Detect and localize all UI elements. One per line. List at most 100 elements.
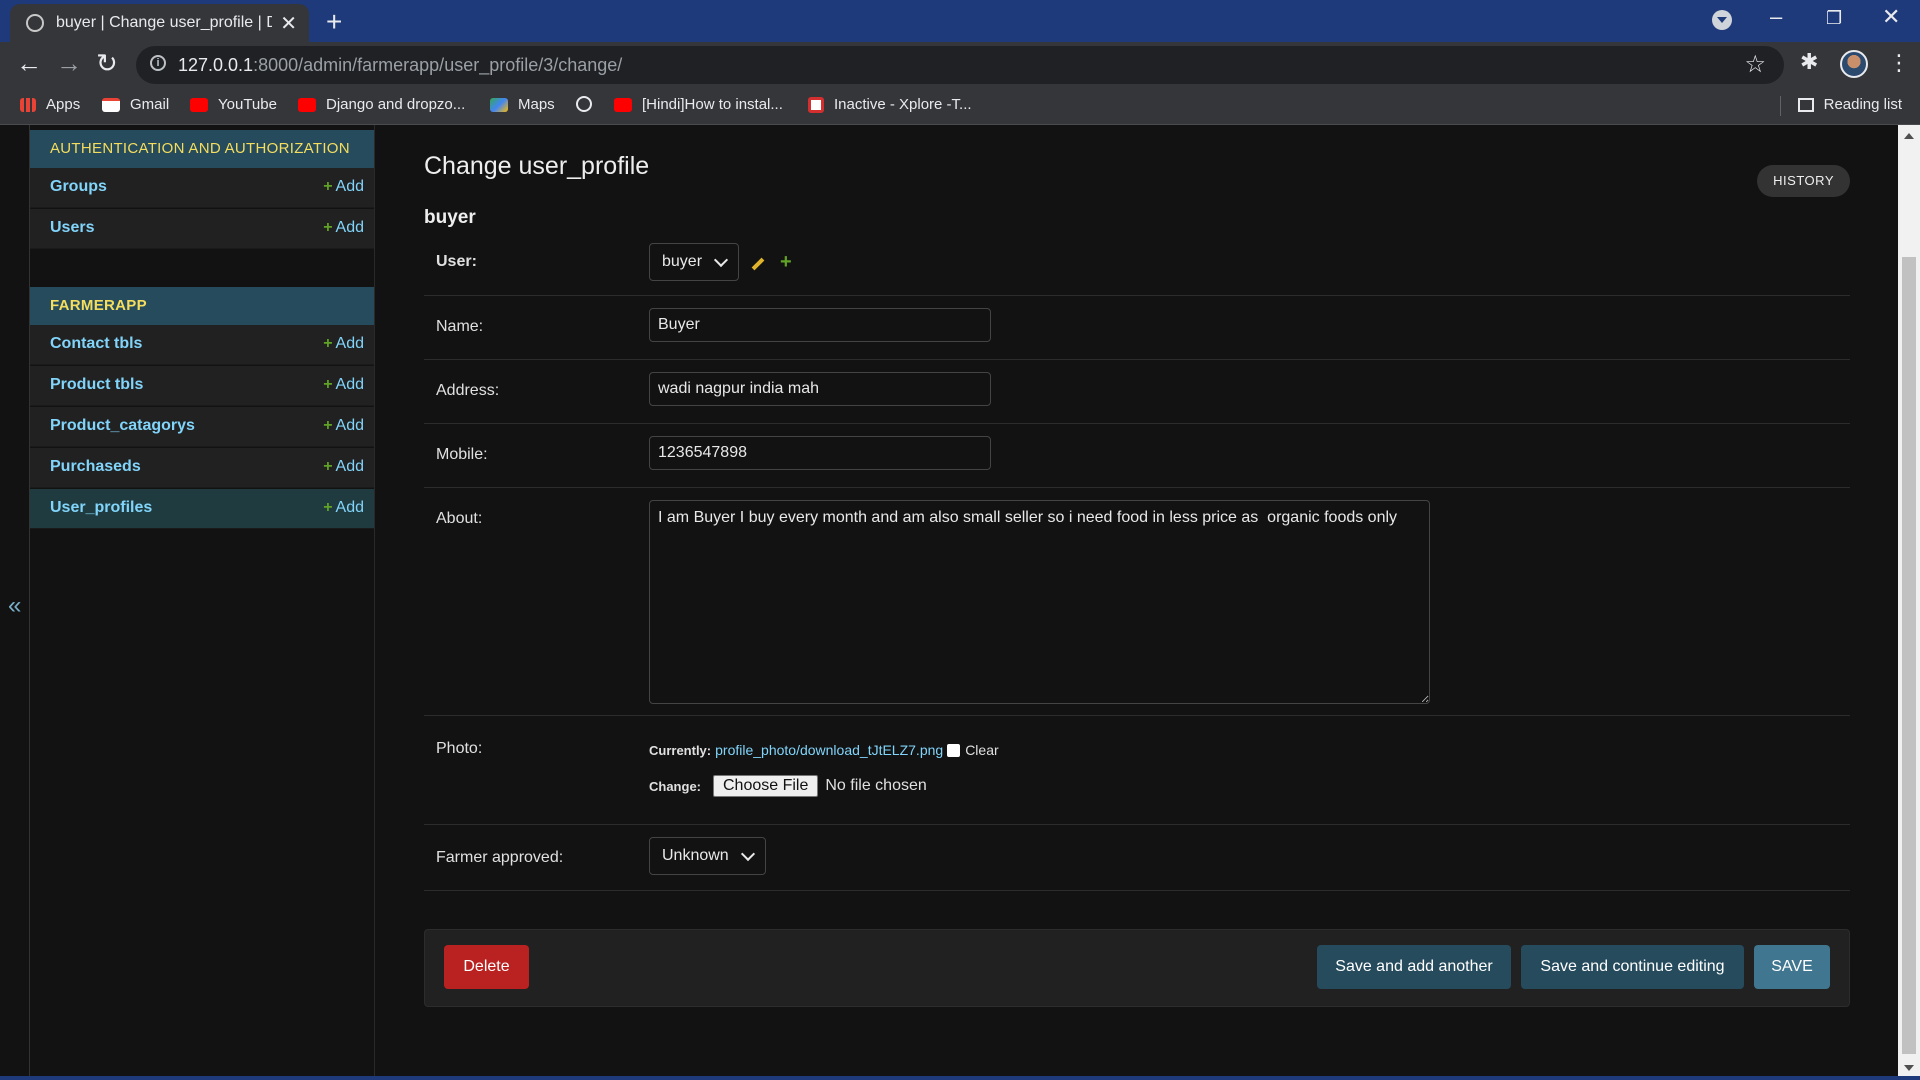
page-scrollbar[interactable] xyxy=(1898,125,1920,1080)
form-row-user: User: buyer + xyxy=(424,231,1850,296)
nav-sidebar: AUTHENTICATION AND AUTHORIZATION Groups … xyxy=(30,125,375,1080)
bookmark-label: Apps xyxy=(46,96,81,113)
about-textarea[interactable]: I am Buyer I buy every month and am also… xyxy=(649,500,1430,704)
field-label: Photo: xyxy=(436,740,483,757)
new-tab-icon[interactable]: + xyxy=(326,6,342,38)
sidebar-item-purchaseds: Purchaseds + Add xyxy=(30,448,374,488)
profile-avatar[interactable] xyxy=(1840,50,1868,78)
add-link[interactable]: + Add xyxy=(323,499,364,517)
scroll-down-arrow-icon[interactable] xyxy=(1904,1065,1914,1071)
collapse-sidebar-icon[interactable]: « xyxy=(8,592,21,620)
sidebar-link[interactable]: User_profiles xyxy=(50,499,152,517)
mobile-input[interactable] xyxy=(649,436,991,470)
bookmark-apps[interactable]: Apps xyxy=(20,96,80,113)
reload-icon[interactable]: ↻ xyxy=(96,48,118,79)
site-info-icon[interactable]: i xyxy=(150,55,166,71)
chevron-down-icon xyxy=(740,846,755,862)
apps-grid-icon xyxy=(20,97,36,112)
admin-page: « AUTHENTICATION AND AUTHORIZATION Group… xyxy=(0,125,1920,1080)
sidebar-item-product-tbls: Product tbls + Add xyxy=(30,366,374,406)
save-button[interactable]: SAVE xyxy=(1754,945,1830,989)
globe-icon xyxy=(26,14,44,32)
field-label: User: xyxy=(436,253,477,270)
bookmark-django[interactable]: Django and dropzo... xyxy=(298,96,465,113)
add-link[interactable]: + Add xyxy=(323,178,364,196)
bookmark-star-icon[interactable]: ☆ xyxy=(1744,50,1766,79)
add-link[interactable]: + Add xyxy=(323,417,364,435)
address-bar[interactable]: i 127.0.0.1:8000/admin/farmerapp/user_pr… xyxy=(136,46,1784,84)
scroll-up-arrow-icon[interactable] xyxy=(1904,133,1914,139)
field-label: Name: xyxy=(436,318,484,335)
clear-checkbox[interactable] xyxy=(947,743,961,757)
submit-row: Delete Save and add another Save and con… xyxy=(424,929,1850,1007)
address-input[interactable] xyxy=(649,372,991,406)
user-select[interactable]: buyer xyxy=(649,243,740,281)
add-link[interactable]: + Add xyxy=(323,219,364,237)
sidebar-link[interactable]: Groups xyxy=(50,178,107,196)
clear-label: Clear xyxy=(965,742,999,758)
globe-icon xyxy=(576,96,592,112)
field-label: Farmer approved: xyxy=(436,849,564,866)
plus-icon: + xyxy=(323,178,333,195)
close-tab-icon[interactable]: ✕ xyxy=(280,11,297,36)
save-and-add-another-button[interactable]: Save and add another xyxy=(1317,945,1511,989)
plus-icon: + xyxy=(323,219,333,236)
youtube-icon xyxy=(190,97,208,112)
photo-file-link[interactable]: profile_photo/download_tJtELZ7.png xyxy=(715,742,943,758)
bookmark-label: [Hindi]How to instal... xyxy=(642,96,783,113)
bookmarks-bar: Apps Gmail YouTube Django and dropzo... … xyxy=(0,88,1920,125)
farmer-approved-select[interactable]: Unknown xyxy=(649,837,766,875)
bookmark-gmail[interactable]: Gmail xyxy=(102,96,169,113)
module-caption-auth[interactable]: AUTHENTICATION AND AUTHORIZATION xyxy=(30,130,374,168)
add-label: Add xyxy=(335,376,364,393)
browser-tab[interactable]: buyer | Change user_profile | Django ✕ xyxy=(10,4,309,42)
youtube-icon xyxy=(614,97,632,112)
bookmark-youtube[interactable]: YouTube xyxy=(190,96,277,113)
add-label: Add xyxy=(335,417,364,434)
sidebar-link[interactable]: Product tbls xyxy=(50,376,143,394)
bookmark-inactive[interactable]: Inactive - Xplore -T... xyxy=(808,96,972,113)
field-label: Mobile: xyxy=(436,446,488,463)
back-icon[interactable]: ← xyxy=(16,48,42,79)
window-close-icon[interactable]: ✕ xyxy=(1882,4,1900,30)
forward-icon[interactable]: → xyxy=(56,48,82,79)
bookmark-hindi[interactable]: [Hindi]How to instal... xyxy=(614,96,783,113)
photo-change: Change: Choose File No file chosen xyxy=(649,775,927,797)
save-and-continue-button[interactable]: Save and continue editing xyxy=(1521,945,1744,989)
add-link[interactable]: + Add xyxy=(323,376,364,394)
history-button[interactable]: HISTORY xyxy=(1757,165,1850,197)
minimize-icon[interactable]: – xyxy=(1770,4,1782,30)
form-row-photo: Photo: Currently: profile_photo/download… xyxy=(424,716,1850,825)
sidebar-item-product-catagorys: Product_catagorys + Add xyxy=(30,407,374,447)
add-link[interactable]: + Add xyxy=(323,458,364,476)
sidebar-link[interactable]: Purchaseds xyxy=(50,458,141,476)
bookmark-maps[interactable]: Maps xyxy=(490,96,555,113)
plus-icon: + xyxy=(323,335,333,352)
tab-search-icon[interactable] xyxy=(1712,10,1732,30)
url-text[interactable]: 127.0.0.1:8000/admin/farmerapp/user_prof… xyxy=(178,55,622,76)
form-row-address: Address: xyxy=(424,360,1850,424)
add-label: Add xyxy=(335,219,364,236)
reading-list-button[interactable]: Reading list xyxy=(1797,96,1902,113)
add-label: Add xyxy=(335,458,364,475)
sidebar-link[interactable]: Product_catagorys xyxy=(50,417,195,435)
scroll-thumb[interactable] xyxy=(1902,257,1916,1054)
restore-icon[interactable]: ❐ xyxy=(1826,8,1842,29)
module-caption-farmerapp[interactable]: FARMERAPP xyxy=(30,287,374,325)
plus-icon[interactable]: + xyxy=(780,251,792,274)
extensions-icon[interactable]: ✱ xyxy=(1800,49,1818,75)
add-link[interactable]: + Add xyxy=(323,335,364,353)
pencil-icon[interactable] xyxy=(751,257,765,271)
browser-menu-icon[interactable]: ⋮ xyxy=(1888,50,1910,76)
gmail-icon xyxy=(102,97,120,112)
delete-button[interactable]: Delete xyxy=(444,945,529,989)
sidebar-link[interactable]: Contact tbls xyxy=(50,335,142,353)
sidebar-link[interactable]: Users xyxy=(50,219,94,237)
bookmark-globe[interactable] xyxy=(576,96,602,112)
sidebar-item-groups: Groups + Add xyxy=(30,168,374,208)
youtube-icon xyxy=(298,97,316,112)
bookmarks-divider xyxy=(1780,96,1781,116)
bookmark-label: Gmail xyxy=(130,96,170,113)
choose-file-button[interactable]: Choose File xyxy=(713,775,819,797)
name-input[interactable] xyxy=(649,308,991,342)
